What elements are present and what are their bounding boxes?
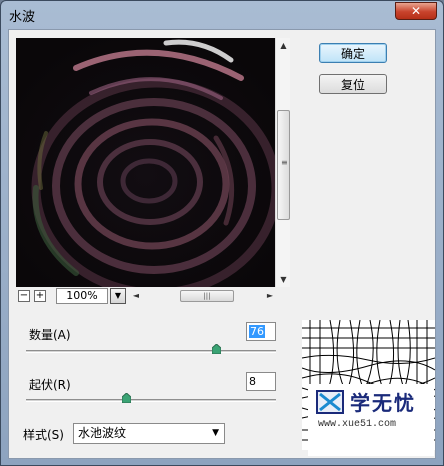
amount-slider-track[interactable] [26, 350, 276, 353]
watermark-url: www.xue51.com [318, 419, 397, 430]
zoom-level-field[interactable]: 100% [56, 288, 108, 304]
ridges-slider-thumb[interactable] [121, 393, 131, 403]
zoom-in-button[interactable]: + [34, 290, 46, 302]
close-icon: ✕ [410, 4, 422, 18]
amount-value: 76 [249, 325, 265, 338]
close-button[interactable]: ✕ [395, 2, 437, 20]
ridges-value: 8 [249, 375, 256, 388]
amount-input[interactable]: 76 [246, 322, 276, 341]
zoom-dropdown-button[interactable]: ▼ [110, 288, 126, 304]
ok-button[interactable]: 确定 [319, 43, 387, 63]
preview-horizontal-scrollbar[interactable]: ◄ ||| ► [130, 288, 276, 304]
scroll-left-arrow-icon[interactable]: ◄ [130, 288, 142, 304]
zoom-out-button[interactable]: − [18, 290, 30, 302]
scroll-down-arrow-icon[interactable]: ▼ [276, 272, 291, 286]
zigzag-ripple-preview [16, 38, 275, 287]
horizontal-scroll-thumb[interactable]: ||| [180, 290, 234, 302]
amount-slider-thumb[interactable] [211, 344, 221, 354]
watermark-logo: 学无忧 www.xue51.com [308, 384, 434, 456]
reset-button[interactable]: 复位 [319, 74, 387, 94]
watermark-brand: 学无忧 [350, 391, 416, 415]
chevron-down-icon: ▼ [114, 291, 122, 300]
ridges-label: 起伏(R) [29, 378, 71, 392]
preview-vertical-scrollbar[interactable]: ▲ ≡ ▼ [275, 38, 290, 287]
style-selected-value: 水池波纹 [78, 426, 127, 440]
grip-icon: ≡ [281, 158, 288, 167]
window-title: 水波 [9, 10, 36, 25]
amount-label: 数量(A) [29, 328, 71, 342]
ridges-input[interactable]: 8 [246, 372, 276, 391]
scroll-up-arrow-icon[interactable]: ▲ [276, 38, 291, 52]
ridges-slider-track[interactable] [26, 399, 276, 402]
title-bar[interactable]: 水波 ✕ [1, 1, 443, 29]
scroll-right-arrow-icon[interactable]: ► [264, 288, 276, 304]
logo-mark-icon [316, 390, 344, 414]
style-label: 样式(S) [23, 428, 64, 442]
style-select[interactable]: 水池波纹 ▼ [73, 423, 225, 444]
filter-dialog-window: 水波 ✕ ▲ ≡ ▼ − + 100% ▼ ◄ ||| ► 确定 复位 数量(A… [0, 0, 444, 466]
chevron-down-icon: ▼ [212, 428, 219, 438]
preview-zoom-bar: − + 100% ▼ ◄ ||| ► [16, 287, 290, 305]
filter-preview-image[interactable] [16, 38, 275, 287]
vertical-scroll-thumb[interactable]: ≡ [277, 110, 290, 220]
